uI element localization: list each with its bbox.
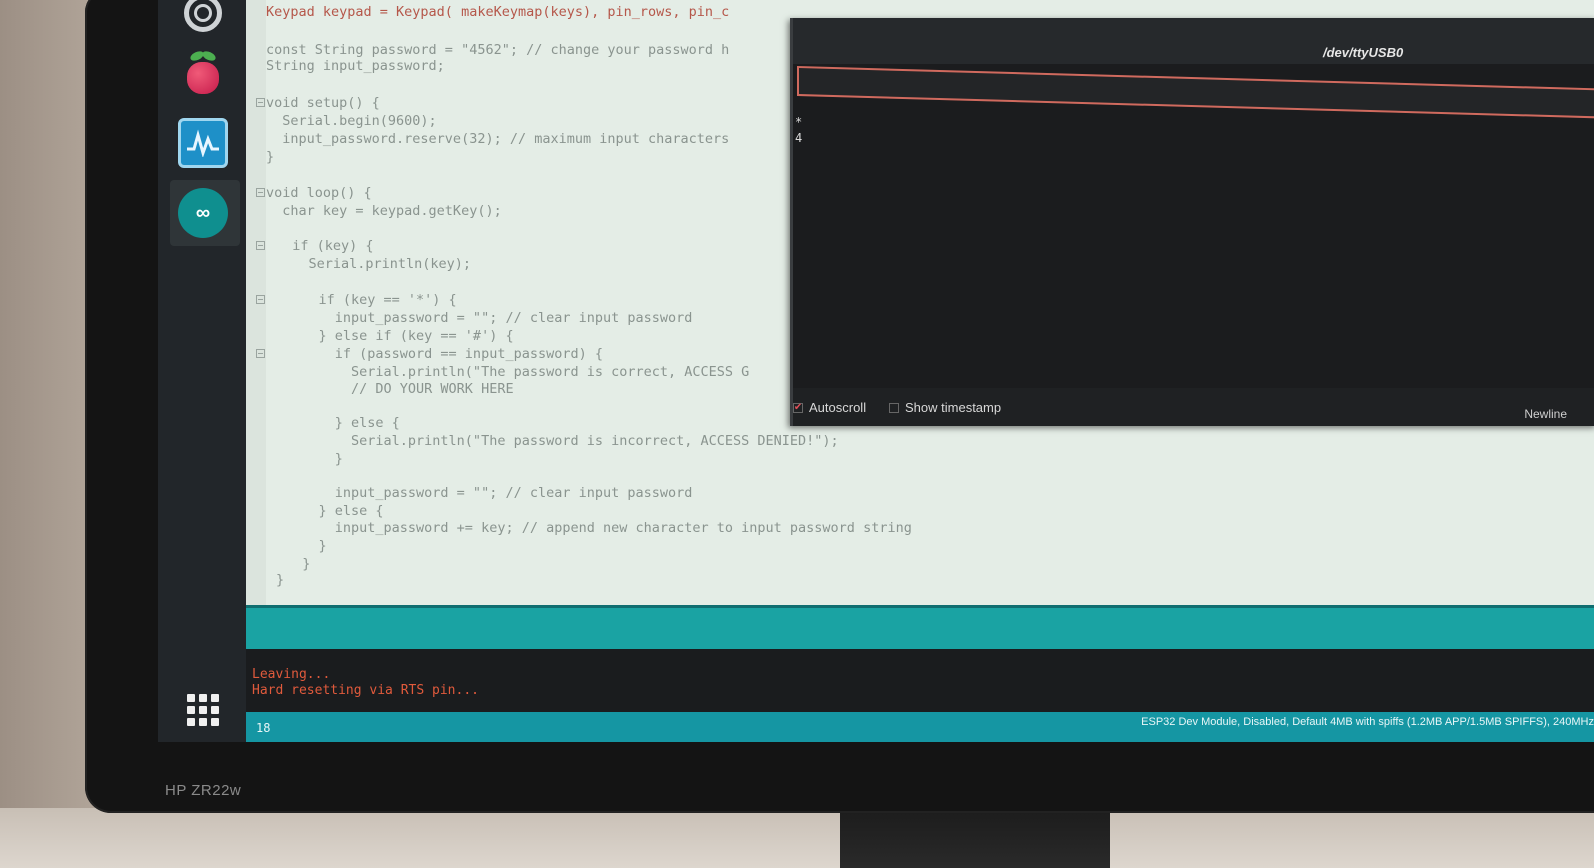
code-line: } else if (key == '#') {	[286, 328, 514, 344]
code-line: } else {	[286, 503, 384, 519]
checkbox-empty-icon	[889, 402, 899, 413]
serial-monitor-footer: ✔ Autoscroll Show timestamp Newline	[793, 388, 1594, 426]
console-header-bar	[246, 605, 1594, 652]
fold-toggle-icon[interactable]	[256, 98, 265, 107]
code-line: // DO YOUR WORK HERE	[286, 381, 514, 397]
code-line: }	[286, 451, 343, 467]
code-line: char key = keypad.getKey();	[266, 203, 502, 219]
code-line: Serial.begin(9600);	[266, 113, 437, 129]
serial-monitor-title: /dev/ttyUSB0	[1323, 45, 1404, 60]
serial-monitor-window: /dev/ttyUSB0 * 4 ✔ Autoscroll Show times…	[790, 18, 1594, 426]
checkmark-icon: ✔	[793, 402, 803, 413]
code-line: }	[276, 572, 285, 588]
code-line: String input_password;	[266, 58, 445, 74]
code-line: input_password += key; // append new cha…	[286, 520, 912, 536]
code-line: input_password = ""; // clear input pass…	[286, 485, 693, 501]
code-line: }	[286, 556, 311, 572]
fold-toggle-icon[interactable]	[256, 349, 265, 358]
status-bar: 18 ESP32 Dev Module, Disabled, Default 4…	[246, 712, 1594, 742]
code-line: input_password = ""; // clear input pass…	[286, 310, 693, 326]
code-line: if (password == input_password) {	[286, 346, 603, 362]
line-number: 18	[256, 721, 271, 735]
code-line: if (key) {	[276, 238, 374, 254]
code-line: const String password = "4562"; // chang…	[266, 42, 730, 58]
code-line: Serial.println("The password is correct,…	[286, 364, 750, 380]
code-line: } else {	[286, 415, 400, 431]
code-line: Keypad keypad = Keypad( makeKeymap(keys)…	[266, 4, 730, 20]
settings-icon[interactable]	[178, 0, 228, 38]
show-timestamp-checkbox[interactable]: Show timestamp	[889, 400, 1001, 415]
console-line: Leaving...	[252, 667, 331, 682]
fold-toggle-icon[interactable]	[256, 241, 265, 250]
code-line: input_password.reserve(32); // maximum i…	[266, 131, 730, 147]
dock-sidebar: ∞	[158, 0, 246, 742]
output-console: Leaving... Hard resetting via RTS pin...	[246, 649, 1594, 712]
fold-toggle-icon[interactable]	[256, 188, 265, 197]
code-line: }	[286, 538, 327, 554]
arduino-ide-icon[interactable]: ∞	[178, 188, 228, 238]
background-desk	[0, 808, 1594, 868]
raspberry-pi-icon[interactable]	[178, 48, 228, 98]
serial-plotter-icon[interactable]	[178, 118, 228, 168]
code-line: if (key == '*') {	[286, 292, 457, 308]
code-line: Serial.println("The password is incorrec…	[286, 433, 839, 449]
line-ending-select[interactable]: Newline	[1524, 407, 1567, 421]
serial-output: * 4	[795, 115, 803, 145]
code-line: void loop() {	[266, 185, 372, 201]
monitor-brand-label: HP ZR22w	[165, 782, 242, 799]
show-timestamp-label: Show timestamp	[905, 400, 1002, 415]
autoscroll-label: Autoscroll	[809, 400, 867, 415]
app-grid-icon[interactable]	[178, 685, 228, 735]
fold-toggle-icon[interactable]	[256, 295, 265, 304]
serial-monitor-titlebar[interactable]: /dev/ttyUSB0	[793, 18, 1594, 64]
serial-input-field[interactable]	[797, 66, 1594, 119]
code-line: void setup() {	[266, 95, 380, 111]
code-line: Serial.println(key);	[276, 256, 472, 272]
board-info[interactable]: ESP32 Dev Module, Disabled, Default 4MB …	[1141, 716, 1594, 728]
autoscroll-checkbox[interactable]: ✔ Autoscroll	[793, 400, 866, 415]
code-line: }	[266, 149, 275, 165]
console-line: Hard resetting via RTS pin...	[252, 683, 479, 698]
